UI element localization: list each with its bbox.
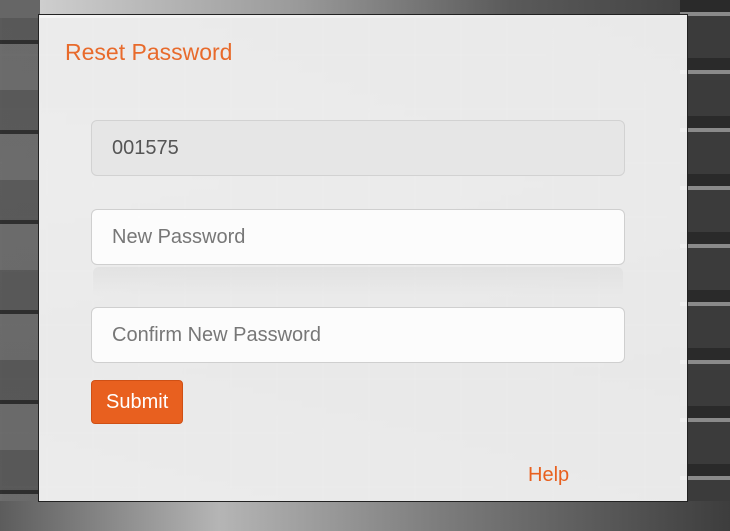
screen: Reset Password Submit Help: [0, 0, 730, 531]
page-title: Reset Password: [65, 39, 233, 65]
field-divider: [93, 267, 623, 297]
user-id-field[interactable]: [91, 120, 625, 176]
new-password-field[interactable]: [91, 209, 625, 265]
confirm-password-field[interactable]: [91, 307, 625, 363]
submit-button[interactable]: Submit: [91, 380, 184, 424]
reset-password-panel: Reset Password Submit Help: [38, 14, 688, 502]
background-left-columns: [0, 0, 40, 531]
background-bottom-band: [0, 501, 730, 531]
help-link[interactable]: Help: [528, 464, 569, 487]
